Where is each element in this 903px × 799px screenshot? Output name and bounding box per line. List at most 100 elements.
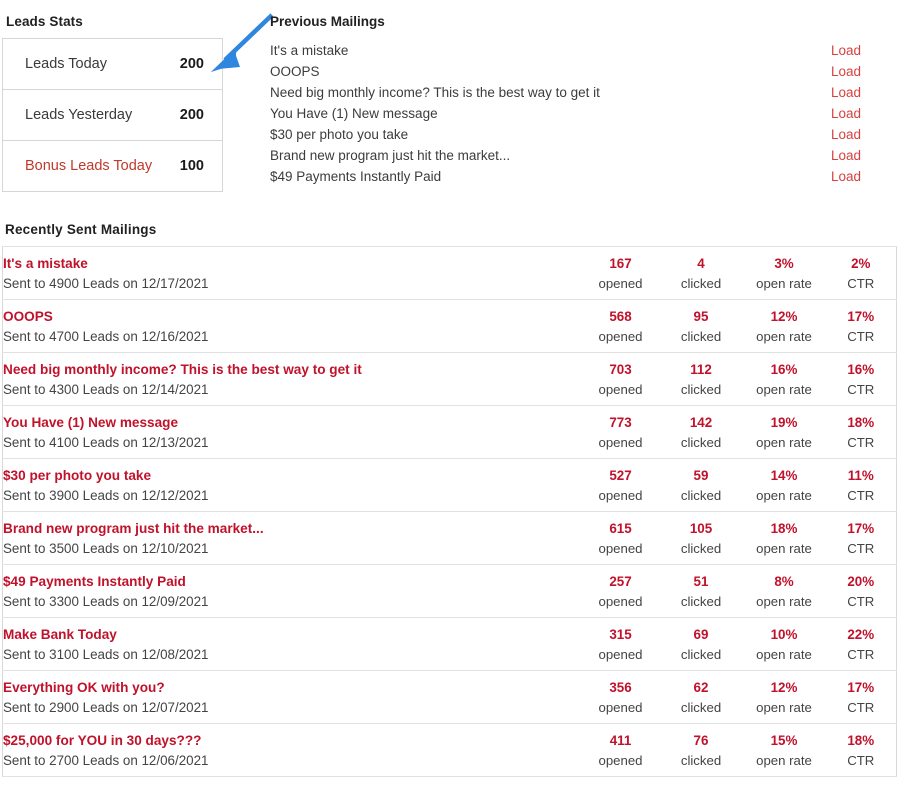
ctr-cell: 20% CTR (826, 564, 896, 618)
ctr-value: 16% (847, 361, 875, 377)
clicked-value: 105 (689, 520, 713, 536)
mailing-sent-info: Sent to 4700 Leads on 12/16/2021 (3, 328, 209, 344)
open-rate-value: 3% (774, 255, 794, 271)
opened-cell: 315 opened (581, 617, 660, 671)
ctr-label: CTR (847, 752, 875, 768)
mailing-subject-cell: Need big monthly income? This is the bes… (2, 352, 581, 406)
opened-cell: 703 opened (581, 352, 660, 406)
table-row: You Have (1) New message Sent to 4100 Le… (2, 405, 896, 459)
clicked-label: clicked (680, 275, 722, 291)
mailing-subject-cell: Brand new program just hit the market...… (2, 511, 581, 565)
open-rate-value: 12% (770, 679, 798, 695)
clicked-cell: 76 clicked (660, 723, 742, 777)
ctr-cell: 16% CTR (826, 352, 896, 406)
open-rate-cell: 3% open rate (742, 246, 826, 300)
open-rate-value: 19% (770, 414, 798, 430)
opened-cell: 356 opened (581, 670, 660, 724)
clicked-value: 59 (693, 467, 709, 483)
clicked-label: clicked (680, 646, 722, 662)
mailing-sent-info: Sent to 3300 Leads on 12/09/2021 (3, 593, 209, 609)
mailing-subject-link[interactable]: Everything OK with you? (3, 678, 581, 697)
mailing-sent-info: Sent to 4300 Leads on 12/14/2021 (3, 381, 209, 397)
mailing-subject-link[interactable]: You Have (1) New message (3, 413, 581, 432)
ctr-value: 18% (847, 732, 875, 748)
opened-label: opened (598, 646, 643, 662)
mailing-subject-cell: It's a mistake Sent to 4900 Leads on 12/… (2, 246, 581, 300)
mailing-sent-info: Sent to 3100 Leads on 12/08/2021 (3, 646, 209, 662)
mailing-subject-link[interactable]: OOOPS (3, 307, 581, 326)
load-link[interactable]: Load (817, 82, 861, 103)
clicked-value: 69 (693, 626, 709, 642)
ctr-value: 17% (847, 679, 875, 695)
opened-value: 773 (609, 414, 632, 430)
ctr-value: 20% (847, 573, 875, 589)
mailing-subject-link[interactable]: Make Bank Today (3, 625, 581, 644)
ctr-value: 18% (847, 414, 875, 430)
leads-stats-panel: Leads Stats Leads Today 200 Leads Yester… (2, 14, 223, 192)
mailing-subject-link[interactable]: It's a mistake (3, 254, 581, 273)
load-link[interactable]: Load (817, 145, 861, 166)
mailing-subject-cell: Everything OK with you? Sent to 2900 Lea… (2, 670, 581, 724)
leads-row-today-value: 200 (179, 56, 204, 72)
open-rate-cell: 14% open rate (742, 458, 826, 512)
load-link[interactable]: Load (817, 61, 861, 82)
mailing-subject-cell: OOOPS Sent to 4700 Leads on 12/16/2021 (2, 299, 581, 353)
mailing-sent-info: Sent to 2900 Leads on 12/07/2021 (3, 699, 209, 715)
recently-sent-mailings-title: Recently Sent Mailings (5, 222, 157, 237)
mailing-subject-link[interactable]: Need big monthly income? This is the bes… (3, 360, 581, 379)
opened-cell: 568 opened (581, 299, 660, 353)
open-rate-label: open rate (756, 434, 812, 450)
mailing-subject-link[interactable]: $25,000 for YOU in 30 days??? (3, 731, 581, 750)
mailing-subject-link[interactable]: $49 Payments Instantly Paid (3, 572, 581, 591)
load-link[interactable]: Load (817, 40, 861, 61)
ctr-value: 2% (851, 255, 871, 271)
opened-label: opened (598, 752, 643, 768)
opened-label: opened (598, 540, 643, 556)
mailing-subject-link[interactable]: Brand new program just hit the market... (3, 519, 581, 538)
ctr-label: CTR (847, 540, 875, 556)
load-link[interactable]: Load (817, 103, 861, 124)
mailing-subject-cell: $30 per photo you take Sent to 3900 Lead… (2, 458, 581, 512)
leads-row-yesterday-label: Leads Yesterday (25, 107, 133, 123)
opened-value: 703 (609, 361, 632, 377)
ctr-label: CTR (847, 328, 875, 344)
clicked-value: 142 (689, 414, 713, 430)
open-rate-value: 18% (770, 520, 798, 536)
top-region: Leads Stats Leads Today 200 Leads Yester… (0, 0, 903, 212)
recently-sent-mailings-section: Recently Sent Mailings It's a mistake Se… (2, 222, 897, 777)
load-link[interactable]: Load (817, 166, 861, 187)
clicked-cell: 59 clicked (660, 458, 742, 512)
previous-mailings-list: It's a mistake Load OOOPS Load Need big … (270, 40, 861, 187)
opened-cell: 411 opened (581, 723, 660, 777)
previous-mailings-panel: Previous Mailings It's a mistake Load OO… (270, 14, 861, 187)
clicked-cell: 4 clicked (660, 246, 742, 300)
previous-mailing-subject: OOOPS (270, 64, 320, 79)
open-rate-label: open rate (756, 328, 812, 344)
mailing-sent-info: Sent to 3900 Leads on 12/12/2021 (3, 487, 209, 503)
ctr-label: CTR (847, 487, 875, 503)
clicked-cell: 95 clicked (660, 299, 742, 353)
open-rate-label: open rate (756, 646, 812, 662)
opened-label: opened (598, 328, 643, 344)
load-link[interactable]: Load (817, 124, 861, 145)
table-row: Make Bank Today Sent to 3100 Leads on 12… (2, 617, 896, 671)
previous-mailing-subject: $30 per photo you take (270, 127, 409, 142)
table-row: OOOPS Sent to 4700 Leads on 12/16/2021 5… (2, 299, 896, 353)
table-row: $49 Payments Instantly Paid Sent to 3300… (2, 564, 896, 618)
clicked-cell: 51 clicked (660, 564, 742, 618)
list-item: OOOPS Load (270, 61, 861, 82)
leads-row-yesterday: Leads Yesterday 200 (3, 90, 222, 141)
opened-cell: 773 opened (581, 405, 660, 459)
mailing-subject-link[interactable]: $30 per photo you take (3, 466, 581, 485)
clicked-value: 51 (693, 573, 709, 589)
open-rate-label: open rate (756, 540, 812, 556)
ctr-cell: 11% CTR (826, 458, 896, 512)
previous-mailing-subject: You Have (1) New message (270, 106, 438, 121)
leads-row-bonus-value: 100 (179, 158, 204, 174)
table-row: $30 per photo you take Sent to 3900 Lead… (2, 458, 896, 512)
list-item: Need big monthly income? This is the bes… (270, 82, 861, 103)
table-row: It's a mistake Sent to 4900 Leads on 12/… (2, 246, 896, 300)
ctr-value: 22% (847, 626, 875, 642)
ctr-cell: 18% CTR (826, 405, 896, 459)
previous-mailings-title: Previous Mailings (270, 14, 385, 29)
